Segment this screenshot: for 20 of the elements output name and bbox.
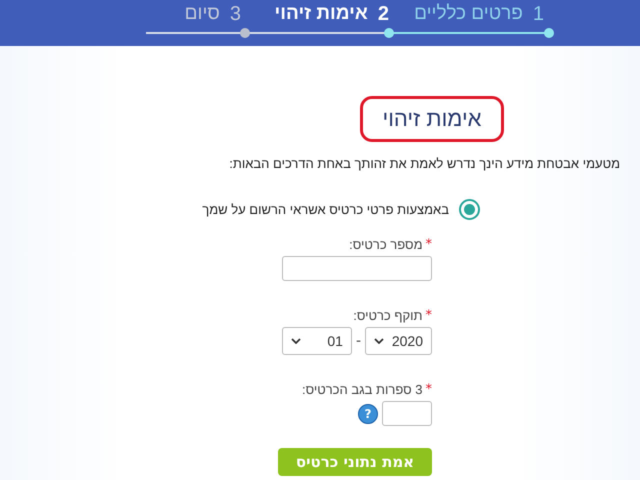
field-label: מספר כרטיס: (349, 236, 422, 252)
required-mark: * (426, 382, 432, 396)
help-button[interactable]: ? (358, 404, 378, 424)
dropdown[interactable]: 2020 (365, 327, 432, 355)
chevron-icon (374, 338, 384, 344)
progress-dot (240, 28, 250, 38)
intro-text: מטעמי אבטחת מידע הינך נדרש לאמת את זהותך באחת הדרכים הבאות: (228, 156, 620, 171)
dropdown[interactable]: 01 (282, 327, 352, 355)
field-label: תוקף כרטיס: (353, 308, 422, 322)
verify-button[interactable]: אמת נתוני כרטיס (278, 448, 432, 476)
page-title: אימות זיהוי (360, 96, 504, 142)
radio-label: באמצעות פרטי כרטיס אשראי הרשום על שמך (202, 202, 449, 217)
field-label: 3 ספרות בגב הכרטיס: (302, 382, 422, 396)
input-field[interactable] (382, 401, 432, 426)
chevron-icon (291, 338, 301, 344)
input-field[interactable] (282, 256, 432, 281)
separator-text: - (356, 333, 362, 349)
radio-button[interactable] (459, 199, 480, 220)
required-mark: * (426, 236, 432, 252)
required-mark: * (426, 308, 432, 322)
